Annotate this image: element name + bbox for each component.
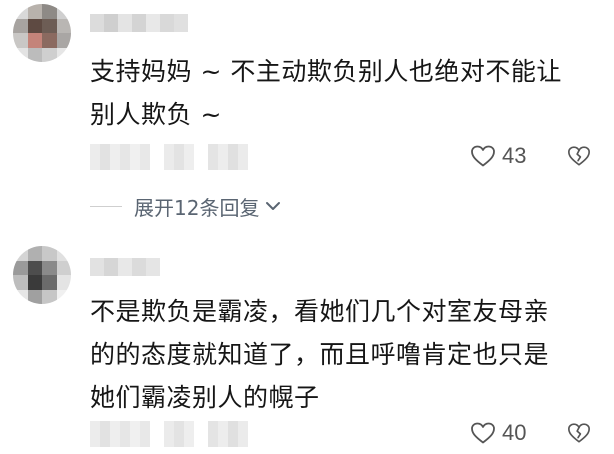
comment-meta-blurred	[90, 421, 248, 447]
divider	[90, 205, 122, 207]
comment-text-line: 的的态度就知道了，而且呼噜肯定也只是	[90, 340, 550, 369]
username-blurred[interactable]	[90, 258, 160, 276]
like-button[interactable]: 43	[470, 141, 526, 171]
like-count: 43	[502, 143, 527, 168]
comment-text-line: 支持妈妈 ~ 不主动欺负别人也绝对不能让	[90, 57, 562, 86]
comment-text: 支持妈妈 ~ 不主动欺负别人也绝对不能让 别人欺负 ~	[90, 50, 590, 136]
comment-item: 支持妈妈 ~ 不主动欺负别人也绝对不能让 别人欺负 ~ 43	[0, 0, 614, 180]
like-count: 40	[502, 420, 527, 445]
like-button[interactable]: 40	[470, 418, 526, 448]
heart-outline-icon	[471, 145, 495, 167]
comment-text-line: 她们霸凌别人的幌子	[90, 383, 320, 412]
avatar[interactable]	[13, 246, 71, 304]
comment-text-line: 别人欺负 ~	[90, 100, 222, 129]
comment-text-line: 不是欺负是霸凌，看她们几个对室友母亲	[90, 297, 550, 326]
chevron-down-icon	[266, 202, 281, 210]
avatar[interactable]	[13, 4, 71, 62]
username-blurred[interactable]	[90, 14, 188, 32]
broken-heart-icon[interactable]	[567, 421, 591, 445]
comment-meta-blurred	[90, 144, 248, 170]
broken-heart-icon[interactable]	[567, 144, 591, 168]
comment-text: 不是欺负是霸凌，看她们几个对室友母亲 的的态度就知道了，而且呼噜肯定也只是 她们…	[90, 290, 590, 419]
comment-item: 不是欺负是霸凌，看她们几个对室友母亲 的的态度就知道了，而且呼噜肯定也只是 她们…	[0, 236, 614, 454]
expand-replies-button[interactable]: 展开12条回复	[90, 192, 281, 220]
heart-outline-icon	[471, 422, 495, 444]
expand-replies-label: 展开12条回复	[134, 195, 260, 220]
